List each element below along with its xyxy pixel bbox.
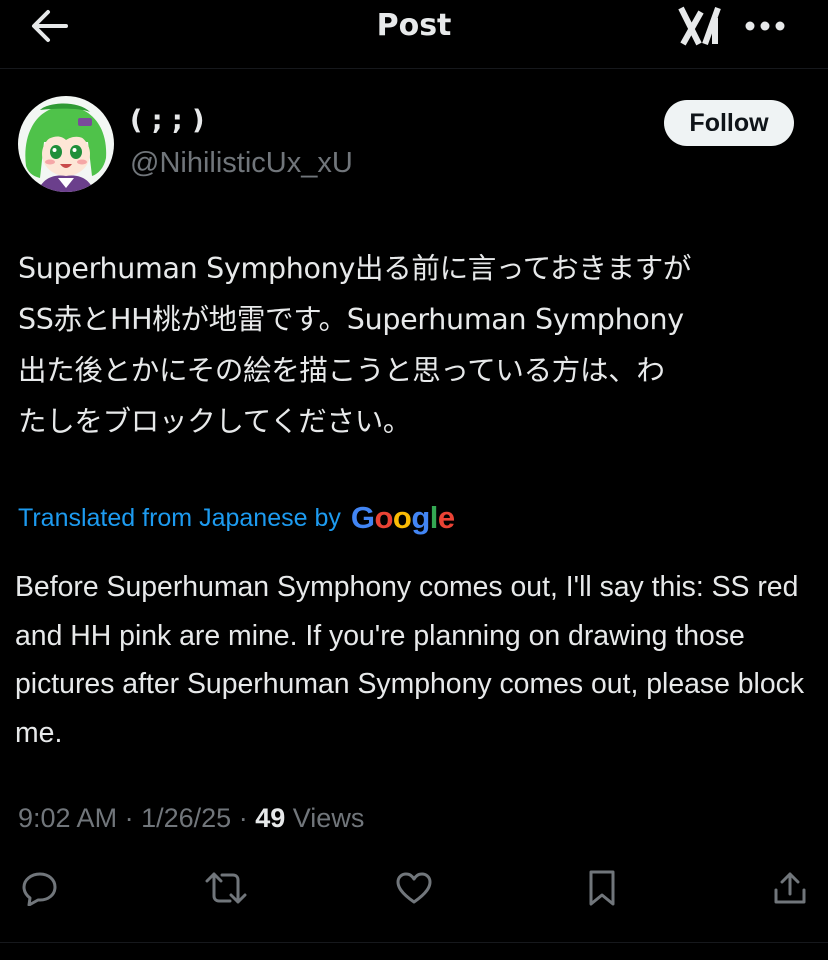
repost-button[interactable] xyxy=(198,860,254,916)
views-count: 49 xyxy=(255,802,286,833)
bookmark-button[interactable] xyxy=(574,860,630,916)
translation-link[interactable]: Translated from Japanese by xyxy=(18,504,341,533)
post-text-line: たしをブロックしてください。 xyxy=(18,405,412,438)
reply-icon xyxy=(22,872,57,906)
author-handle[interactable]: @NihilisticUx_xU xyxy=(130,145,353,181)
bookmark-icon xyxy=(589,870,615,906)
bottom-divider xyxy=(0,942,828,943)
heart-icon xyxy=(396,872,432,904)
google-logo: Google xyxy=(350,500,455,535)
author-display-name[interactable]: ( ; ; ) xyxy=(130,104,204,138)
post-text-line: SS赤とHH桃が地雷です。Superhuman Symphony xyxy=(18,303,684,336)
meta-separator: · xyxy=(124,802,134,833)
share-icon xyxy=(774,872,806,904)
post-text-original: Superhuman Symphony出る前に言っておきますが SS赤とHH桃が… xyxy=(18,243,818,447)
avatar-image xyxy=(18,96,114,192)
arrow-left-icon xyxy=(32,10,68,42)
views-label: Views xyxy=(292,802,365,833)
back-button[interactable] xyxy=(26,6,74,46)
post-meta: 9:02 AM · 1/26/25 · 49 Views xyxy=(18,798,364,838)
repost-icon xyxy=(205,872,247,904)
top-bar: Post xyxy=(0,0,828,60)
views-link[interactable]: 49 Views xyxy=(255,803,364,834)
more-options-button[interactable] xyxy=(740,6,790,46)
post-text-line: 出た後とかにその絵を描こうと思っている方は、わ xyxy=(18,354,665,387)
meta-separator: · xyxy=(238,802,248,833)
follow-button[interactable]: Follow xyxy=(664,100,794,146)
post-text-line: Superhuman Symphony出る前に言っておきますが xyxy=(18,252,692,285)
reply-button[interactable] xyxy=(12,860,68,916)
header-divider xyxy=(0,68,828,69)
like-button[interactable] xyxy=(386,860,442,916)
action-bar xyxy=(0,860,828,916)
avatar[interactable] xyxy=(18,96,114,192)
post-text-translated: Before Superhuman Symphony comes out, I'… xyxy=(15,571,812,749)
share-button[interactable] xyxy=(762,860,818,916)
post-time[interactable]: 9:02 AM xyxy=(18,803,117,834)
grok-icon xyxy=(678,6,721,46)
grok-button[interactable] xyxy=(676,4,726,48)
more-horizontal-icon xyxy=(745,21,785,31)
translation-attribution: Translated from Japanese by Google xyxy=(18,498,455,538)
post-date[interactable]: 1/26/25 xyxy=(141,803,231,834)
